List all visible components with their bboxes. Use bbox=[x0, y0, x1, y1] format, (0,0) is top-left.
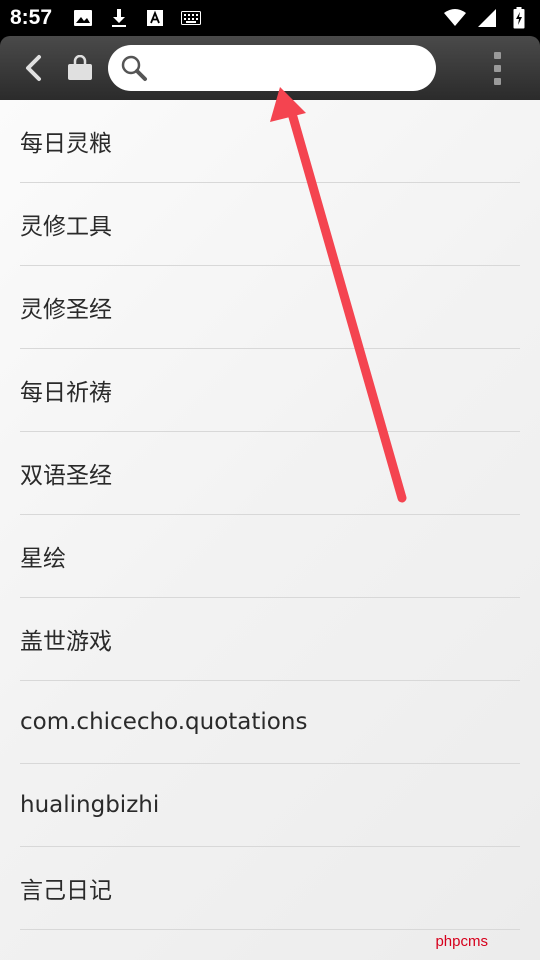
app-toolbar bbox=[0, 36, 540, 100]
list-item[interactable]: 盖世游戏 bbox=[20, 598, 520, 681]
store-button[interactable] bbox=[58, 36, 102, 100]
system-icons bbox=[444, 7, 530, 29]
content-area: 每日灵粮 灵修工具 灵修圣经 每日祈祷 双语圣经 星绘 盖世游戏 com.chi… bbox=[0, 100, 540, 960]
list-item[interactable]: 灵修圣经 bbox=[20, 266, 520, 349]
battery-charging-icon bbox=[508, 7, 530, 29]
app-list: 每日灵粮 灵修工具 灵修圣经 每日祈祷 双语圣经 星绘 盖世游戏 com.chi… bbox=[0, 100, 540, 930]
list-item[interactable]: hualingbizhi bbox=[20, 764, 520, 847]
font-a-icon bbox=[144, 7, 166, 29]
back-button[interactable] bbox=[8, 36, 58, 100]
list-item[interactable]: 每日祈祷 bbox=[20, 349, 520, 432]
watermark-text: phpcms bbox=[435, 933, 488, 950]
list-item-label: 灵修圣经 bbox=[20, 297, 112, 323]
shopping-bag-icon bbox=[68, 55, 92, 80]
status-bar: 8:57 bbox=[0, 0, 540, 36]
image-icon bbox=[72, 7, 94, 29]
list-item-label: 每日祈祷 bbox=[20, 380, 112, 406]
list-item[interactable]: com.chicecho.quotations bbox=[20, 681, 520, 764]
wifi-icon bbox=[444, 7, 466, 29]
list-item[interactable]: 言己日记 bbox=[20, 847, 520, 930]
list-item[interactable]: 灵修工具 bbox=[20, 183, 520, 266]
chevron-left-icon bbox=[26, 55, 41, 81]
list-item-label: 每日灵粮 bbox=[20, 131, 112, 157]
search-input[interactable] bbox=[154, 56, 414, 80]
list-item[interactable]: 双语圣经 bbox=[20, 432, 520, 515]
list-item[interactable]: 星绘 bbox=[20, 515, 520, 598]
overflow-menu-button[interactable] bbox=[482, 36, 512, 100]
signal-icon bbox=[476, 7, 498, 29]
status-time: 8:57 bbox=[10, 6, 53, 29]
list-item-label: 双语圣经 bbox=[20, 463, 112, 489]
list-item-label: hualingbizhi bbox=[20, 792, 160, 818]
keyboard-icon bbox=[180, 7, 202, 29]
notification-icons bbox=[72, 7, 202, 29]
list-item-label: 盖世游戏 bbox=[20, 629, 112, 655]
list-item-label: 星绘 bbox=[20, 546, 66, 572]
list-item-label: com.chicecho.quotations bbox=[20, 709, 308, 735]
search-box[interactable] bbox=[108, 45, 436, 91]
list-item-label: 灵修工具 bbox=[20, 214, 112, 240]
search-icon bbox=[121, 55, 147, 81]
list-item-label: 言己日记 bbox=[20, 878, 112, 904]
list-item[interactable]: 每日灵粮 bbox=[20, 100, 520, 183]
download-icon bbox=[108, 7, 130, 29]
overflow-menu-icon bbox=[493, 51, 501, 59]
